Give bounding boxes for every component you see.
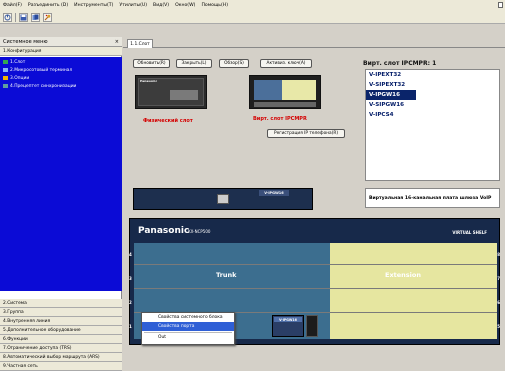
menu-section-optional-devices[interactable]: 5.Дополнительное оборудование [0, 326, 122, 335]
card-item-sipext32[interactable]: V-SIPEXT32 [366, 80, 499, 90]
tree-item-label: 2.Микросотовый терминал [10, 67, 73, 73]
row-number-right: 5 [497, 324, 500, 329]
slot-view: Обновить(R) Закрыть(L) Обзор(S) Активиз.… [123, 48, 505, 345]
tree-item-label: 1.Слот [10, 59, 26, 65]
row-number-right: 7 [497, 276, 500, 281]
physical-brand-text: Panasonic [140, 79, 158, 83]
row-number-left: 3 [129, 276, 132, 281]
tree-item-microcell-terminal[interactable]: 2.Микросотовый терминал [0, 66, 122, 74]
menu-section-system[interactable]: 2.Система [0, 299, 122, 308]
slot-icon [3, 60, 8, 64]
physical-slot-image[interactable]: Panasonic [135, 75, 207, 109]
close-button[interactable]: Закрыть(L) [176, 59, 212, 68]
menu-section-configuration[interactable]: 1.Конфигурация [0, 47, 122, 56]
browse-button[interactable]: Обзор(S) [219, 59, 249, 68]
menu-help[interactable]: Помощь(H) [201, 3, 228, 8]
menu-section-private-network[interactable]: 9.Частная сеть [0, 362, 122, 371]
refresh-button[interactable]: Обновить(R) [133, 59, 170, 68]
tree-item-slot[interactable]: 1.Слот [0, 58, 122, 66]
trunk-label: Trunk [216, 271, 237, 279]
menu-disconnect[interactable]: Разъединить (D) [28, 3, 68, 8]
card-item-sipgw16[interactable]: V-SIPGW16 [366, 100, 499, 110]
toolbar [0, 11, 505, 24]
card-item-ipgw16[interactable]: V-IPGW16 [366, 90, 416, 100]
menu-view[interactable]: Вид(V) [153, 3, 169, 8]
card-item-ipext32[interactable]: V-IPEXT32 [366, 70, 499, 80]
card-description: Виртуальная 16-канальная плата шлюза VoI… [365, 188, 500, 208]
activation-key-button[interactable]: Активиз. ключ(A) [260, 59, 312, 68]
installed-card-label: V-IPGW16 [274, 317, 302, 322]
menu-section-trs[interactable]: 7.Ограничение доступа (TRS) [0, 344, 122, 353]
save-icon[interactable] [19, 12, 28, 22]
extension-label: Extension [385, 271, 421, 279]
menu-item-port-properties[interactable]: Свойства порта [142, 322, 234, 331]
tab-bar: 1.1.Слот [123, 37, 505, 48]
card-preview: V-IPGW16 [133, 188, 313, 210]
shelf-title: VIRTUAL SHELF [452, 230, 487, 235]
transfer-icon[interactable] [31, 12, 40, 22]
virtual-slot-caption: Вирт. слот IPCMPR [253, 116, 307, 122]
menu-bar: Файл(F) Разъединить (D) Инструменты(T) У… [0, 0, 505, 11]
menu-utilities[interactable]: Утилиты(U) [119, 3, 147, 8]
virtual-card-list: V-IPEXT32 V-SIPEXT32 V-IPGW16 V-SIPGW16 … [365, 69, 500, 181]
context-menu: Свойства системного блока Свойства порта… [141, 312, 235, 345]
options-icon [3, 76, 8, 80]
virtual-slot-image[interactable] [249, 75, 321, 109]
card-item-ipcs4[interactable]: V-IPCS4 [366, 110, 499, 120]
shelf-row [134, 243, 497, 265]
menu-section-group[interactable]: 3.Группа [0, 308, 122, 317]
shelf-row [134, 267, 497, 289]
shelf-brand: Panasonic [138, 226, 190, 236]
tree-item-label: 3.Опции [10, 75, 30, 81]
menu-item-system-unit-properties[interactable]: Свойства системного блока [142, 313, 234, 322]
lan-port-icon [217, 194, 229, 204]
installed-card-ipgw16[interactable]: V-IPGW16 [272, 315, 304, 337]
toolbar-separator [15, 12, 16, 22]
virtual-slot-label: Вирт. слот IPCMPR: [363, 60, 430, 67]
menu-item-out[interactable]: Out [142, 333, 234, 342]
menu-file[interactable]: Файл(F) [3, 3, 22, 8]
close-icon[interactable]: × [115, 39, 119, 45]
configuration-tree: 1.Слот 2.Микросотовый терминал 3.Опции 4… [0, 57, 122, 291]
card-connector-icon [306, 315, 318, 337]
menu-window[interactable]: Окно(W) [175, 3, 195, 8]
row-number-right: 6 [497, 300, 500, 305]
menu-section-ars[interactable]: 8.Автоматический выбор маршрута (ARS) [0, 353, 122, 362]
row-number-left: 1 [129, 324, 132, 329]
sync-icon [3, 84, 8, 88]
row-number-left: 4 [129, 252, 132, 257]
physical-slot-caption: Физический слот [143, 118, 193, 124]
virtual-slot-count: 1 [432, 60, 437, 67]
menu-section-features[interactable]: 6.Функции [0, 335, 122, 344]
connect-icon[interactable] [3, 12, 12, 22]
shelf-model: KX-NCP500 [188, 229, 211, 234]
card-preview-badge: V-IPGW16 [259, 190, 289, 196]
tree-item-sync[interactable]: 4.Прецептет синхронизации [0, 82, 122, 90]
row-number-right: 8 [497, 252, 500, 257]
tools-icon[interactable] [43, 12, 52, 22]
system-menu-header: Системное меню × [0, 37, 122, 47]
virtual-slot-header: Вирт. слот IPCMPR: 1 [363, 60, 436, 67]
menu-tools[interactable]: Инструменты(T) [74, 3, 113, 8]
register-ip-phone-button[interactable]: Регистрация IP телефона(R) [267, 129, 345, 138]
shelf-row [134, 291, 497, 313]
row-number-left: 2 [129, 300, 132, 305]
tree-item-options[interactable]: 3.Опции [0, 74, 122, 82]
system-menu-sections: 2.Система 3.Группа 4.Внутренняя линия 5.… [0, 299, 122, 371]
tree-item-label: 4.Прецептет синхронизации [10, 83, 77, 89]
restore-window-icon[interactable] [498, 2, 503, 8]
menu-section-extension[interactable]: 4.Внутренняя линия [0, 317, 122, 326]
terminal-icon [3, 68, 8, 72]
system-menu-panel: Системное меню × 1.Конфигурация 1.Слот 2… [0, 37, 122, 371]
tab-slot[interactable]: 1.1.Слот [127, 39, 153, 48]
system-menu-title: Системное меню [3, 38, 48, 45]
